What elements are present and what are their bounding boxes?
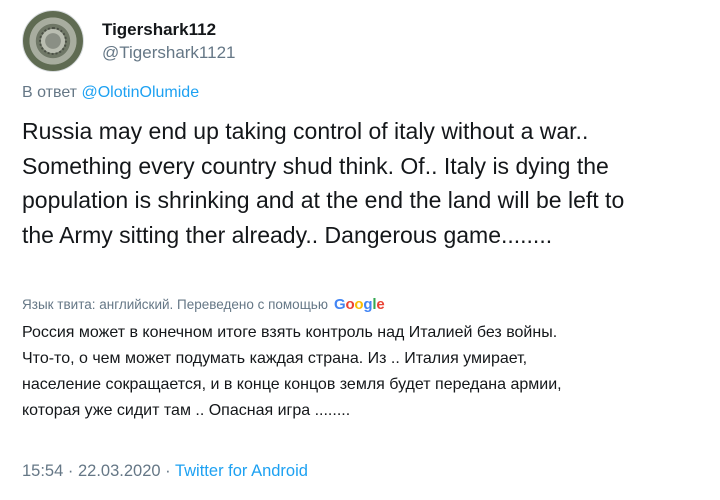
translation-attribution: Язык твита: английский. Переведено с пом… — [22, 296, 385, 313]
reply-context: В ответ @OlotinOlumide — [22, 84, 199, 102]
tweet-line: population is shrinking and at the end t… — [22, 187, 625, 213]
translation-line: Россия может в конечном итоге взять конт… — [22, 324, 558, 341]
user-handle[interactable]: @Tigershark1121 — [102, 42, 236, 64]
tweet-line: the Army sitting ther already.. Dangerou… — [22, 221, 553, 248]
reply-prefix: В ответ — [22, 84, 78, 101]
translation-line: Что-то, о чем может подумать каждая стра… — [22, 350, 528, 367]
tweet-meta: 15:54 · 22.03.2020 · Twitter for Android — [22, 462, 308, 481]
translated-text: Россия может в конечном итоге взять конт… — [22, 320, 712, 424]
tweet-date[interactable]: 22.03.2020 — [78, 462, 161, 480]
google-logo: Google — [333, 296, 385, 313]
translation-line: население сокращается, и в конце концов … — [22, 376, 562, 393]
meta-separator: · — [67, 462, 74, 480]
tweet-source-link[interactable]: Twitter for Android — [175, 462, 308, 480]
translation-label: Язык твита: английский. Переведено с пом… — [22, 297, 328, 312]
tweet-time[interactable]: 15:54 — [22, 462, 63, 480]
tweet-text: Russia may end up taking control of ital… — [22, 114, 712, 252]
meta-separator: · — [165, 462, 171, 480]
avatar[interactable] — [22, 10, 84, 72]
reply-mention-link[interactable]: @OlotinOlumide — [81, 84, 199, 101]
tweet-line: Something every country shud think. Of..… — [22, 152, 609, 179]
translation-line: которая уже сидит там .. Опасная игра ..… — [22, 402, 351, 419]
display-name[interactable]: Tigershark112 — [102, 19, 236, 41]
user-names: Tigershark112 @Tigershark1121 — [102, 19, 236, 64]
tweet-header: Tigershark112 @Tigershark1121 — [22, 10, 236, 72]
tweet-line: Russia may end up taking control of ital… — [22, 118, 589, 144]
